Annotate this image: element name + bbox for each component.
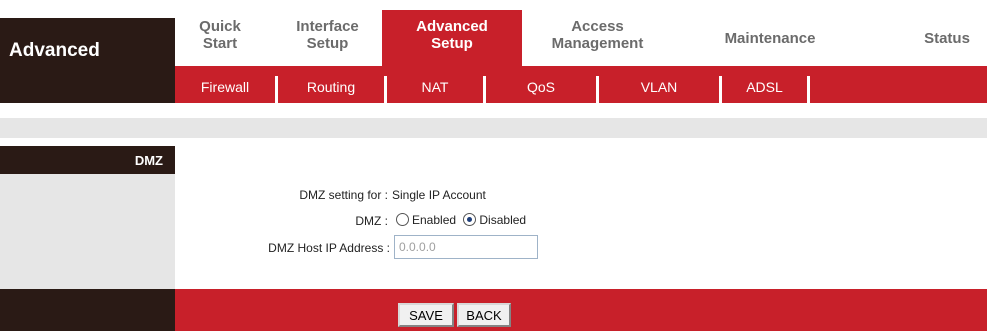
tab-maintenance[interactable]: Maintenance — [710, 0, 830, 66]
subtab-firewall[interactable]: Firewall — [175, 76, 275, 103]
tab-label: Advanced Setup — [416, 18, 488, 52]
dmz-host-ip-label: DMZ Host IP Address : — [268, 241, 390, 255]
page-title: Advanced — [0, 18, 175, 73]
subtab-routing[interactable]: Routing — [278, 76, 384, 103]
footer-left — [0, 289, 175, 331]
tab-label: Quick Start — [199, 18, 241, 52]
back-button[interactable]: BACK — [457, 303, 511, 327]
brand-below-bar — [0, 73, 175, 103]
sub-separator — [807, 76, 810, 103]
left-panel — [0, 174, 175, 289]
tab-label: Interface Setup — [296, 18, 359, 52]
tab-label: Access Management — [551, 18, 644, 52]
dmz-disabled-label: Disabled — [479, 212, 527, 227]
dmz-host-ip-input[interactable] — [394, 235, 538, 259]
tab-advanced-setup[interactable]: Advanced Setup — [382, 10, 522, 66]
subtab-adsl[interactable]: ADSL — [722, 76, 807, 103]
gray-band — [0, 118, 987, 138]
dmz-enabled-label: Enabled — [412, 212, 457, 227]
subtab-nat[interactable]: NAT — [387, 76, 483, 103]
dmz-label: DMZ : — [355, 214, 388, 228]
dmz-disabled-radio[interactable] — [463, 213, 477, 227]
dmz-radio-group: Enabled Disabled — [396, 212, 526, 227]
spacer — [0, 103, 987, 118]
tab-access-management[interactable]: Access Management — [535, 0, 660, 66]
tab-status[interactable]: Status — [907, 0, 987, 66]
main-nav: Quick Start Interface Setup Advanced Set… — [175, 0, 987, 66]
tab-label: Status — [924, 30, 970, 47]
dmz-enabled-radio[interactable] — [396, 213, 409, 227]
dmz-setting-for-value: Single IP Account — [392, 188, 486, 202]
footer-bar — [175, 289, 987, 331]
subtab-qos[interactable]: QoS — [486, 76, 596, 103]
subtab-vlan[interactable]: VLAN — [599, 76, 719, 103]
tab-interface-setup[interactable]: Interface Setup — [270, 0, 385, 66]
tab-label: Maintenance — [724, 30, 816, 47]
sub-nav: Firewall Routing NAT QoS VLAN ADSL — [175, 66, 987, 103]
dmz-setting-for-label: DMZ setting for : — [299, 188, 388, 202]
tab-quick-start[interactable]: Quick Start — [175, 0, 265, 66]
save-button[interactable]: SAVE — [398, 303, 454, 327]
section-title: DMZ — [0, 146, 175, 174]
